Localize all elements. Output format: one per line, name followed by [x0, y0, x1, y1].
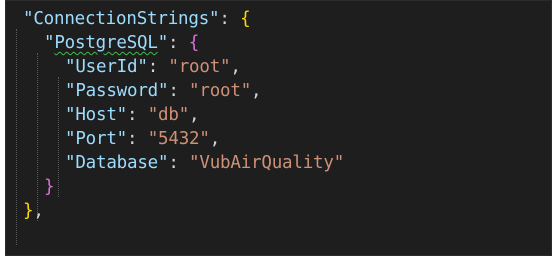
- comma: ,: [189, 105, 200, 125]
- code-line-4: "Password": "root",: [65, 79, 262, 103]
- code-line-5: "Host": "db",: [65, 103, 200, 127]
- open-brace: {: [240, 9, 251, 29]
- colon: :: [127, 105, 148, 125]
- json-key: "ConnectionStrings": [23, 9, 220, 29]
- json-string-value: "root": [189, 81, 252, 101]
- json-key-quote: ": [44, 33, 55, 53]
- json-key-quote: ": [157, 33, 169, 53]
- indent-guide: [16, 29, 17, 245]
- code-line-9: },: [23, 199, 44, 223]
- colon: :: [147, 57, 169, 77]
- json-string-value: "VubAirQuality": [189, 153, 345, 173]
- colon: :: [127, 129, 148, 149]
- json-string-value: "5432": [147, 129, 210, 149]
- close-brace: }: [23, 201, 34, 221]
- comma: ,: [230, 57, 241, 77]
- comma: ,: [33, 201, 44, 221]
- json-key: "UserId": [65, 57, 148, 77]
- close-brace: }: [44, 177, 55, 197]
- json-key: "Port": [65, 129, 128, 149]
- colon: :: [168, 153, 190, 173]
- code-editor[interactable]: "ConnectionStrings": { "PostgreSQL": { "…: [5, 0, 552, 256]
- json-string-value: "db": [147, 105, 190, 125]
- json-key-spellcheck-word: PostgreSQL: [54, 33, 158, 53]
- json-key: "Password": [65, 81, 169, 101]
- code-line-7: "Database": "VubAirQuality": [65, 151, 344, 175]
- colon: :: [168, 81, 190, 101]
- comma: ,: [209, 129, 221, 149]
- comma: ,: [251, 81, 262, 101]
- json-key: "Host": [65, 105, 128, 125]
- code-line-3: "UserId": "root",: [65, 55, 241, 79]
- indent-guide: [58, 77, 59, 197]
- code-line-2: "PostgreSQL": {: [44, 31, 199, 55]
- json-string-value: "root": [168, 57, 231, 77]
- colon: :: [168, 33, 189, 53]
- code-line-6: "Port": "5432",: [65, 127, 220, 151]
- code-line-8: }: [44, 175, 55, 199]
- open-brace: {: [188, 33, 200, 53]
- indent-guide: [37, 53, 38, 221]
- json-key: "Database": [65, 153, 169, 173]
- colon: :: [219, 9, 241, 29]
- code-line-1: "ConnectionStrings": {: [23, 7, 251, 31]
